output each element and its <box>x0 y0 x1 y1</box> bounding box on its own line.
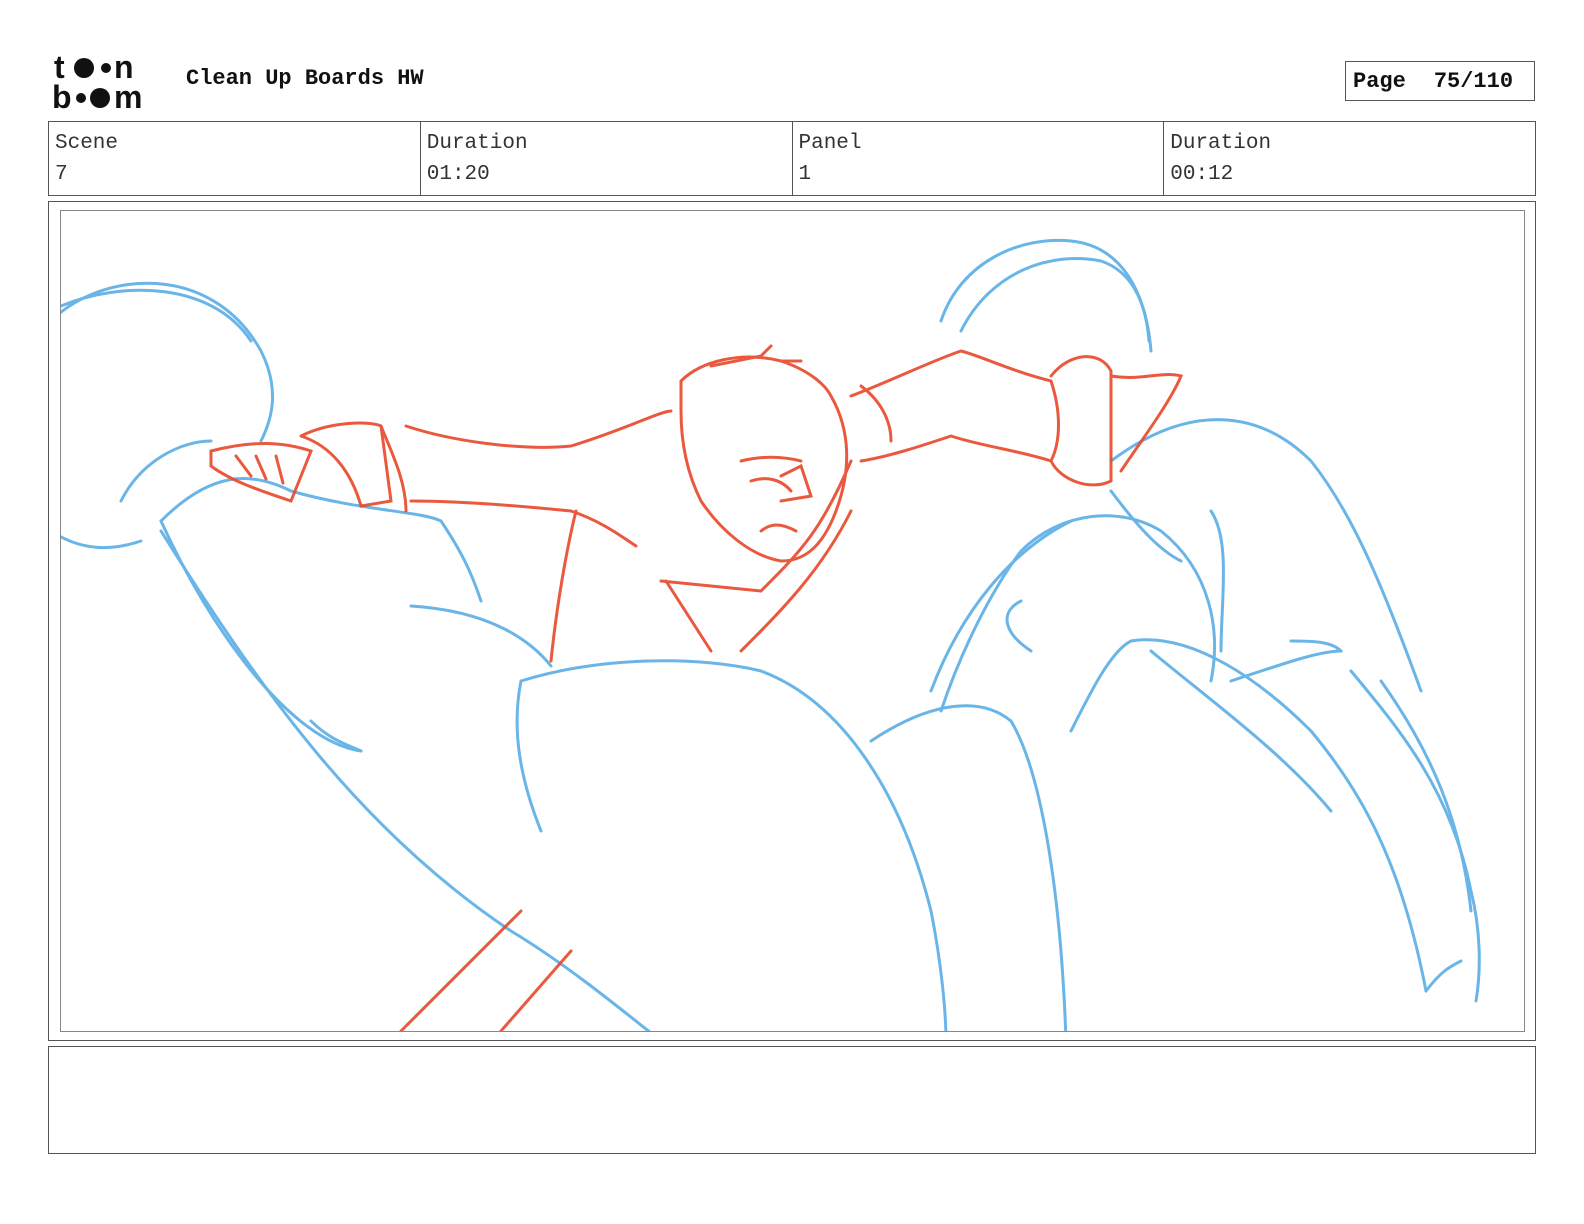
panel-label: Panel <box>798 132 862 155</box>
panel-image <box>60 210 1525 1032</box>
scene-info-table: Scene 7 Duration 01:20 Panel 1 Duration … <box>48 121 1536 196</box>
panel-cell: Panel 1 <box>793 122 1165 195</box>
document-title: Clean Up Boards HW <box>186 66 424 91</box>
page-number: 75/110 <box>1433 68 1514 94</box>
svg-text:b: b <box>52 79 72 112</box>
panel-duration-cell: Duration 00:12 <box>1164 122 1535 195</box>
svg-text:m: m <box>114 79 142 112</box>
panel-duration-label: Duration <box>1170 132 1272 155</box>
page-indicator: Page 75/110 <box>1345 61 1535 101</box>
scene-value: 7 <box>55 163 68 186</box>
toonboom-logo: t n b m <box>50 50 166 112</box>
scene-duration-label: Duration <box>426 132 528 155</box>
page-label: Page <box>1353 68 1406 94</box>
scene-label: Scene <box>55 132 119 155</box>
scene-duration-value: 01:20 <box>426 163 490 186</box>
notes-box <box>48 1046 1536 1154</box>
character-lines <box>209 344 1184 1031</box>
panel-duration-value: 00:12 <box>1170 163 1234 186</box>
storyboard-sketch <box>61 238 1481 1031</box>
scene-duration-cell: Duration 01:20 <box>421 122 793 195</box>
scene-cell: Scene 7 <box>49 122 421 195</box>
panel-value: 1 <box>798 163 812 186</box>
